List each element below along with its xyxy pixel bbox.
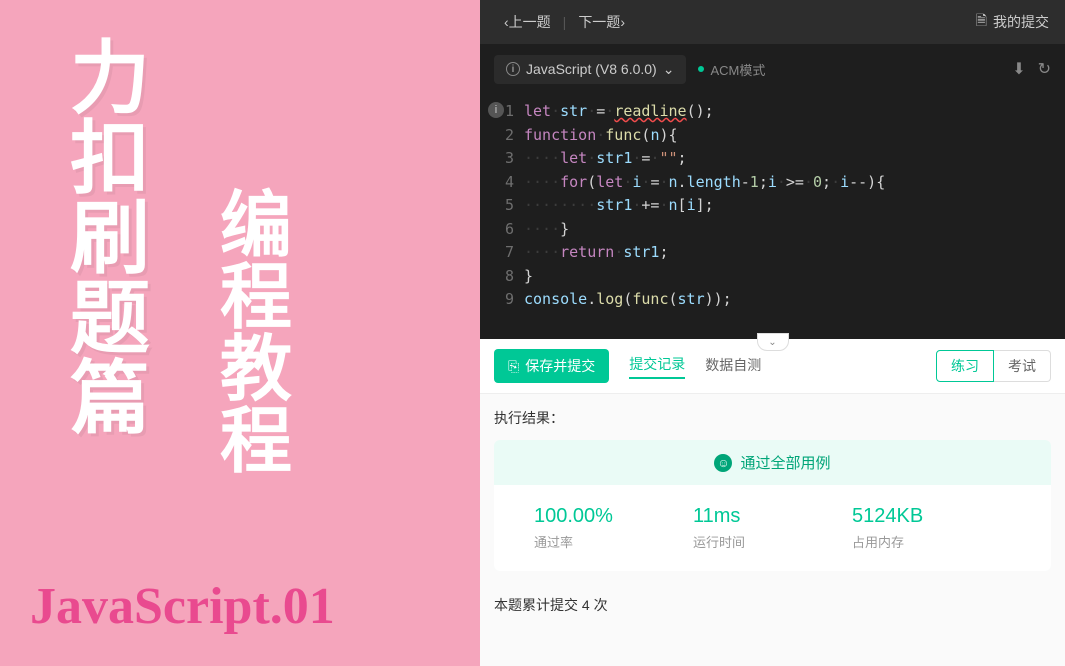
- status-dot-icon: [698, 66, 704, 72]
- result-title: 执行结果：: [494, 408, 1051, 428]
- chevron-right-icon: ›: [620, 14, 625, 30]
- chevron-down-icon: ⌄: [663, 61, 675, 78]
- title-vertical-1: 力 扣 刷 题 篇: [70, 40, 150, 440]
- editor-toolbar: i JavaScript (V8 6.0.0) ⌄ ACM模式 ⬇ ↻: [480, 44, 1065, 94]
- separator: |: [563, 14, 567, 30]
- mode-practice-button[interactable]: 练习: [936, 350, 994, 382]
- top-navigation-bar: ‹ 上一题 | 下一题 › 🗎 我的提交: [480, 0, 1065, 44]
- stats-row: 100.00% 通过率 11ms 运行时间 5124KB 占用内存: [494, 485, 1051, 571]
- acm-mode-indicator: ACM模式: [698, 60, 765, 79]
- refresh-icon[interactable]: ↻: [1038, 59, 1051, 79]
- pass-banner: ☺ 通过全部用例: [494, 440, 1051, 485]
- collapse-button[interactable]: ⌄: [757, 333, 789, 351]
- save-submit-button[interactable]: ⎘ 保存并提交: [494, 349, 609, 383]
- upload-icon: ⎘: [508, 358, 519, 375]
- smile-icon: ☺: [714, 454, 732, 472]
- mode-exam-button[interactable]: 考试: [994, 350, 1051, 382]
- bottom-title: JavaScript.01: [30, 577, 335, 636]
- line-gutter: 123456789: [480, 94, 524, 339]
- code-editor[interactable]: i 123456789 let·str·=·readline(); functi…: [480, 94, 1065, 339]
- info-icon: i: [506, 62, 520, 76]
- result-section: 执行结果： ☺ 通过全部用例 100.00% 通过率 11ms 运行时间 512…: [480, 394, 1065, 666]
- submission-summary: 本题累计提交 4 次: [494, 595, 1051, 615]
- stat-runtime: 11ms 运行时间: [693, 505, 852, 551]
- download-icon[interactable]: ⬇: [1012, 59, 1025, 79]
- ide-panel: ‹ 上一题 | 下一题 › 🗎 我的提交 i JavaScript (V8 6.…: [480, 0, 1065, 666]
- stat-memory: 5124KB 占用内存: [852, 505, 1011, 551]
- title-vertical-2: 编 程 教 程: [220, 190, 292, 478]
- left-decorative-panel: 力 扣 刷 题 篇 编 程 教 程 JavaScript.01: [0, 0, 480, 666]
- document-icon: 🗎: [976, 10, 987, 34]
- next-question-button[interactable]: 下一题 ›: [570, 12, 633, 32]
- chevron-down-icon: ⌄: [768, 337, 776, 348]
- language-selector[interactable]: i JavaScript (V8 6.0.0) ⌄: [494, 55, 686, 84]
- my-submissions-link[interactable]: 🗎 我的提交: [976, 10, 1049, 34]
- stat-pass-rate: 100.00% 通过率: [534, 505, 693, 551]
- editor-info-icon[interactable]: i: [488, 102, 504, 118]
- tab-data-test[interactable]: 数据自测: [705, 355, 761, 378]
- result-box: ☺ 通过全部用例 100.00% 通过率 11ms 运行时间 5124KB 占用…: [494, 440, 1051, 571]
- code-content[interactable]: let·str·=·readline(); function·func(n){ …: [524, 94, 1065, 339]
- tab-submission-records[interactable]: 提交记录: [629, 354, 685, 379]
- prev-question-button[interactable]: ‹ 上一题: [496, 12, 559, 32]
